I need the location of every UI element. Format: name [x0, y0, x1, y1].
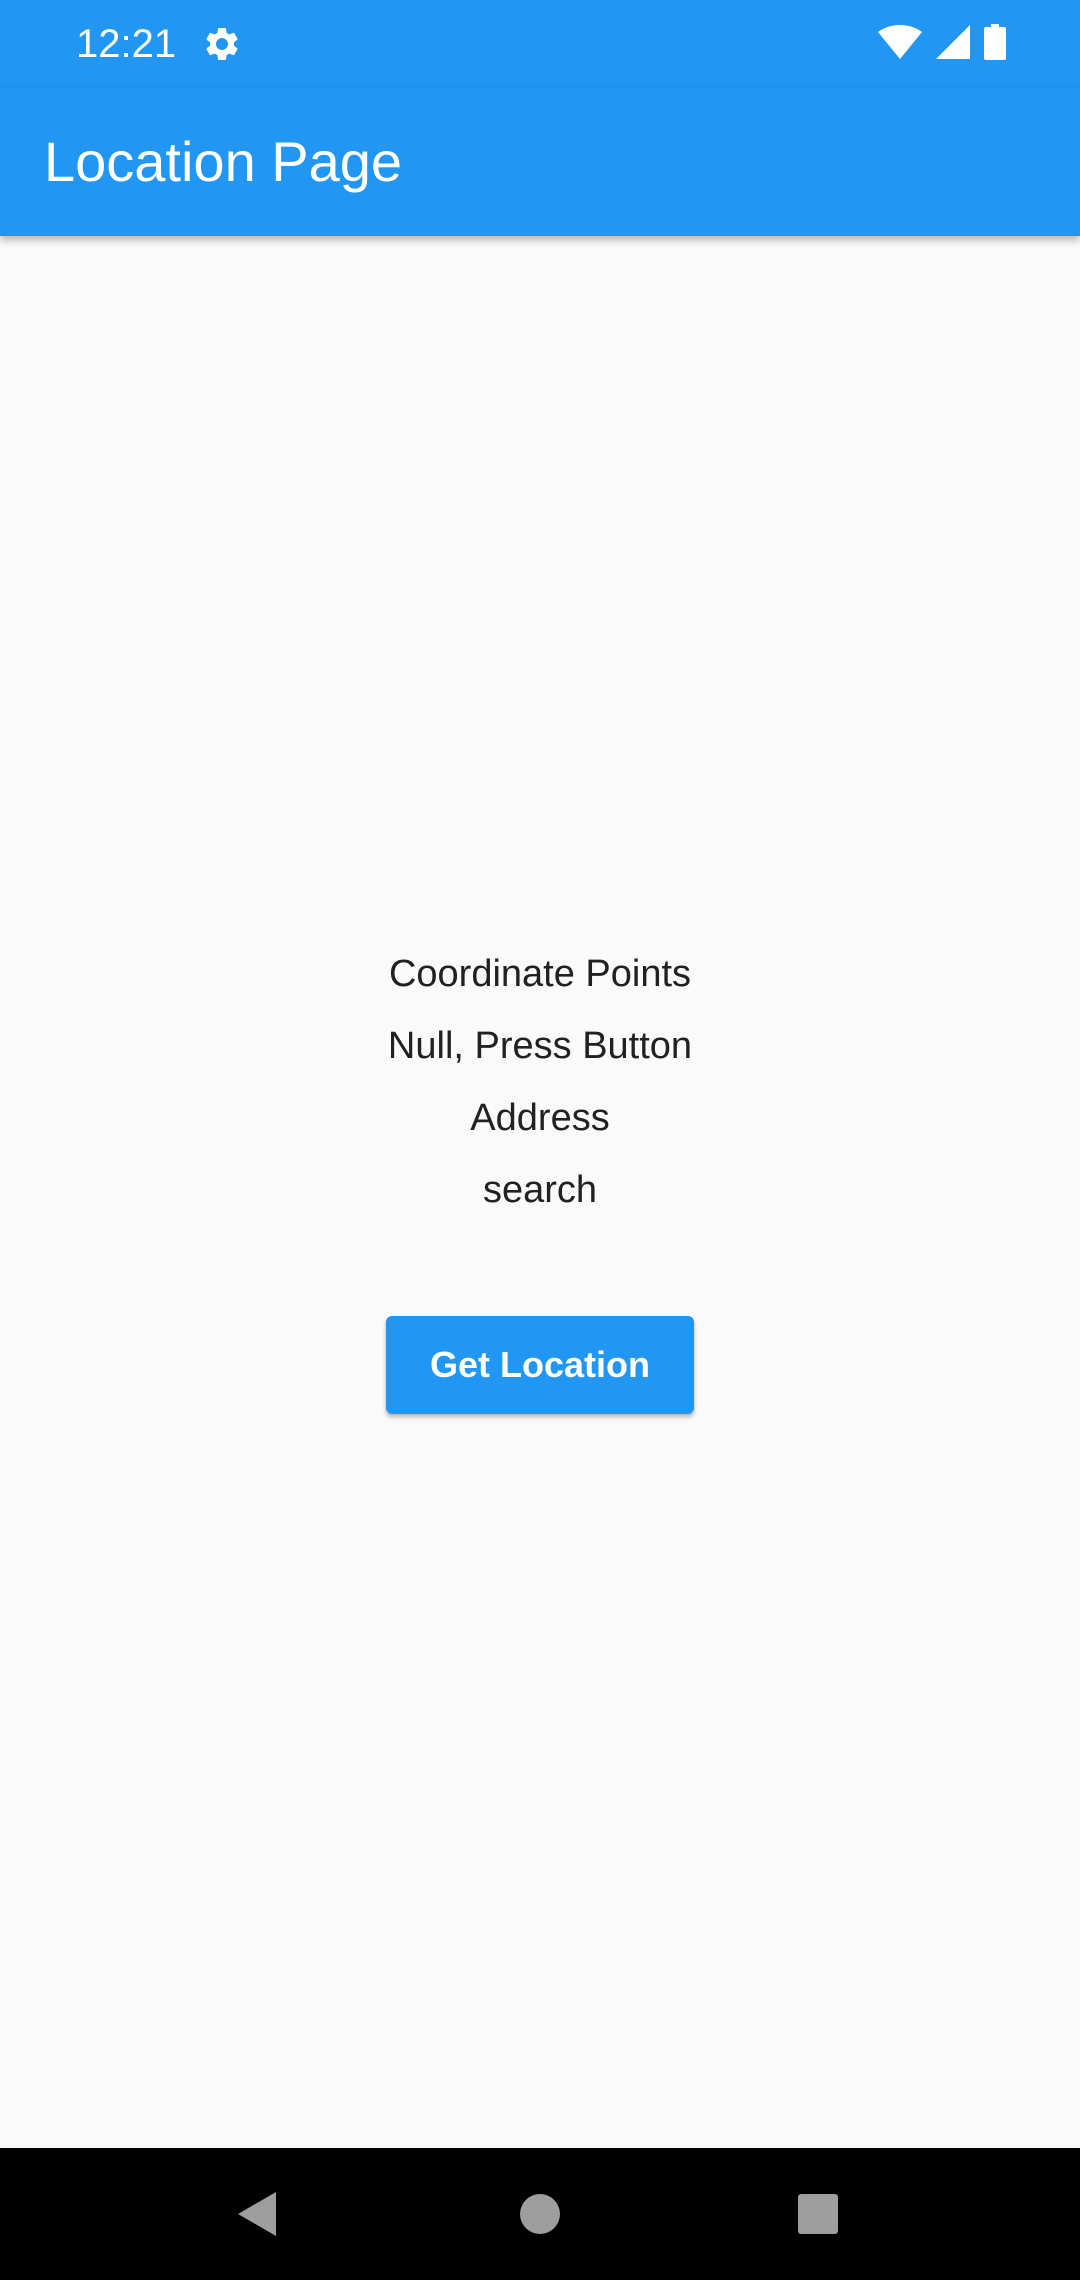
app-bar: Location Page — [0, 88, 1080, 236]
cell-signal-icon — [936, 24, 970, 64]
address-value-text: search — [482, 1169, 598, 1211]
gear-icon — [202, 24, 242, 64]
page-title: Location Page — [44, 130, 403, 193]
status-bar: 12:21 — [0, 0, 1080, 88]
battery-icon — [984, 23, 1006, 65]
recents-icon[interactable] — [782, 2178, 854, 2250]
address-label: Address — [470, 1097, 610, 1139]
wifi-icon — [878, 24, 922, 64]
status-time: 12:21 — [76, 22, 177, 66]
home-icon[interactable] — [504, 2178, 576, 2250]
status-icons — [878, 22, 1006, 66]
get-location-button[interactable]: Get Location — [386, 1316, 694, 1414]
coordinate-points-label: Coordinate Points — [388, 953, 692, 995]
navigation-bar — [0, 2148, 1080, 2280]
coordinate-value-text: Null, Press Button — [387, 1025, 693, 1067]
back-icon[interactable] — [222, 2178, 294, 2250]
